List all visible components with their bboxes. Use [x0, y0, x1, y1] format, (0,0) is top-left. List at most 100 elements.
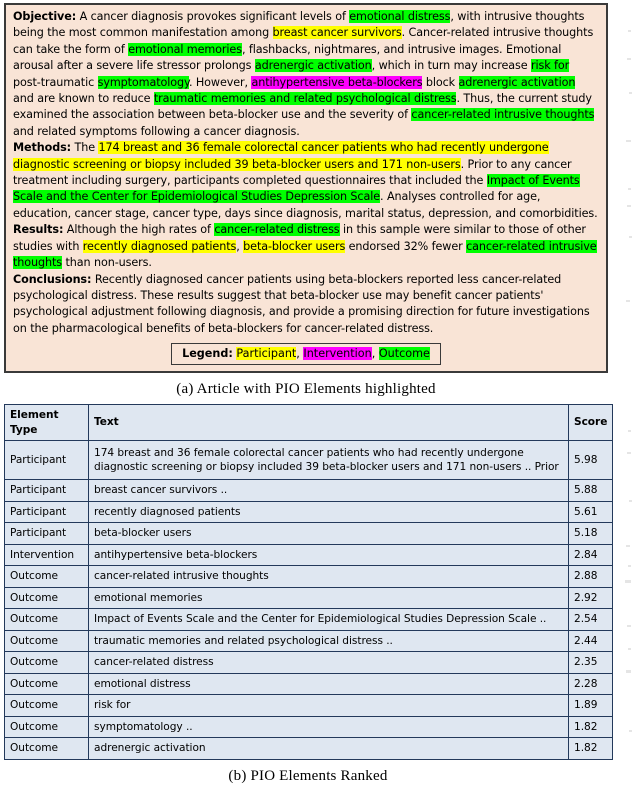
cell-text: traumatic memories and related psycholog… — [88, 629, 569, 652]
scan-smudge — [626, 545, 630, 547]
results-text-0: Although the high rates of — [63, 223, 215, 237]
cell-text: symptomatology .. — [88, 715, 569, 738]
objective-text-10: post-traumatic — [13, 75, 98, 89]
cell-score: 2.88 — [568, 565, 613, 588]
scan-smudge — [627, 58, 631, 60]
cell-element-type: Outcome — [4, 694, 89, 717]
table-row: Intervention antihypertensive beta-block… — [4, 543, 613, 566]
highlight-intervention-antihypertensive-beta-blockers: antihypertensive beta-blockers — [251, 75, 423, 89]
scan-smudge — [626, 140, 631, 142]
objective-text-14: block — [422, 75, 459, 89]
cell-element-type: Outcome — [4, 629, 89, 652]
figure-article-highlighted: Objective: A cancer diagnosis provokes s… — [4, 3, 608, 398]
conclusions-paragraph: Conclusions: Recently diagnosed cancer p… — [13, 272, 599, 338]
scan-smudge — [626, 300, 630, 302]
legend-swatch-outcome: Outcome — [378, 347, 430, 361]
table-row: Participant breast cancer survivors .. 5… — [4, 479, 613, 502]
cell-element-type: Participant — [4, 522, 89, 545]
table-row: Outcome Impact of Events Scale and the C… — [4, 608, 613, 631]
highlight-outcome-traumatic-memories: traumatic memories and related psycholog… — [153, 92, 457, 106]
results-label: Results: — [13, 223, 64, 237]
legend-separator-2: , — [371, 347, 379, 361]
cell-score: 1.82 — [568, 715, 613, 738]
table-row: Participant recently diagnosed patients … — [4, 500, 613, 523]
conclusions-label: Conclusions: — [13, 272, 92, 286]
methods-paragraph: Methods: The 174 breast and 36 female co… — [13, 140, 599, 222]
table-row: Outcome symptomatology .. 1.82 — [4, 715, 613, 738]
highlight-participant-recently-diagnosed-patients: recently diagnosed patients — [82, 239, 237, 253]
scan-smudge — [629, 236, 632, 238]
cell-score: 2.84 — [568, 543, 613, 566]
scan-edge-artifacts — [614, 0, 640, 785]
legend-box: Legend: Participant, Intervention, Outco… — [171, 343, 441, 366]
scan-smudge — [627, 625, 631, 627]
highlight-outcome-adrenergic-activation-2: adrenergic activation — [458, 75, 576, 89]
table-row: Outcome emotional distress 2.28 — [4, 672, 613, 695]
results-paragraph: Results: Although the high rates of canc… — [13, 222, 599, 271]
cell-element-type: Outcome — [4, 565, 89, 588]
abstract-paragraph: Objective: A cancer diagnosis provokes s… — [13, 9, 599, 140]
results-text-6: endorsed 32% fewer — [345, 239, 467, 253]
highlight-outcome-cancer-related-distress: cancer-related distress — [214, 223, 340, 237]
cell-element-type: Outcome — [4, 672, 89, 695]
scan-smudge — [628, 430, 631, 432]
figure-a-caption: (a) Article with PIO Elements highlighte… — [176, 381, 436, 398]
table-row: Outcome adrenergic activation 1.82 — [4, 737, 613, 760]
cell-score: 1.82 — [568, 737, 613, 760]
scan-smudge — [625, 580, 631, 583]
cell-element-type: Participant — [4, 440, 89, 480]
results-text-8: than non-users. — [62, 256, 152, 270]
objective-text-16: and are known to reduce — [13, 92, 154, 106]
scan-smudge — [626, 670, 631, 673]
highlight-outcome-adrenergic-activation-1: adrenergic activation — [254, 59, 372, 73]
cell-element-type: Outcome — [4, 715, 89, 738]
cell-text: emotional memories — [88, 586, 569, 609]
scan-smudge — [628, 648, 631, 650]
highlight-participant-beta-blocker-users: beta-blocker users — [243, 239, 346, 253]
pio-elements-table: Element Type Text Score Participant 174 … — [4, 404, 613, 760]
methods-label: Methods: — [13, 141, 72, 155]
figure-pio-elements-ranked: Element Type Text Score Participant 174 … — [4, 404, 613, 785]
cell-score: 5.98 — [568, 440, 613, 480]
cell-score: 5.61 — [568, 500, 613, 523]
column-header-element-type: Element Type — [4, 404, 89, 441]
cell-score: 2.44 — [568, 629, 613, 652]
objective-text-8: , which in turn may increase — [371, 59, 531, 73]
cell-element-type: Participant — [4, 479, 89, 502]
legend-wrapper: Legend: Participant, Intervention, Outco… — [13, 343, 599, 366]
scan-smudge — [628, 188, 631, 190]
legend-swatch-participant: Participant — [236, 347, 297, 361]
cell-text: cancer-related distress — [88, 651, 569, 674]
highlight-outcome-emotional-distress: emotional distress — [349, 10, 451, 23]
cell-element-type: Outcome — [4, 586, 89, 609]
scan-smudge — [629, 92, 632, 94]
highlight-outcome-emotional-memories: emotional memories — [128, 42, 242, 56]
cell-text: Impact of Events Scale and the Center fo… — [88, 608, 569, 631]
conclusions-text: Recently diagnosed cancer patients using… — [13, 272, 590, 335]
cell-text: 174 breast and 36 female colorectal canc… — [88, 440, 569, 480]
highlight-participant-breast-cancer-survivors: breast cancer survivors — [272, 26, 402, 40]
article-abstract-box: Objective: A cancer diagnosis provokes s… — [4, 3, 608, 374]
cell-text: adrenergic activation — [88, 737, 569, 760]
cell-element-type: Participant — [4, 500, 89, 523]
cell-text: recently diagnosed patients — [88, 500, 569, 523]
scan-smudge — [627, 205, 631, 207]
legend-swatch-intervention: Intervention — [303, 347, 372, 361]
column-header-text: Text — [88, 404, 569, 441]
table-row: Outcome cancer-related intrusive thought… — [4, 565, 613, 588]
scan-smudge — [629, 730, 632, 732]
table-row: Outcome traumatic memories and related p… — [4, 629, 613, 652]
column-header-score: Score — [568, 404, 613, 441]
cell-score: 5.88 — [568, 479, 613, 502]
cell-text: emotional distress — [88, 672, 569, 695]
cell-score: 5.18 — [568, 522, 613, 545]
cell-text: breast cancer survivors .. — [88, 479, 569, 502]
objective-text-12: . However, — [188, 75, 252, 89]
legend-title: Legend: — [182, 347, 233, 361]
cell-score: 2.54 — [568, 608, 613, 631]
cell-text: beta-blocker users — [88, 522, 569, 545]
table-header-row: Element Type Text Score — [4, 404, 613, 441]
scan-smudge — [627, 452, 631, 454]
objective-label: Objective: — [13, 10, 77, 23]
highlight-outcome-symptomatology: symptomatology — [97, 75, 189, 89]
